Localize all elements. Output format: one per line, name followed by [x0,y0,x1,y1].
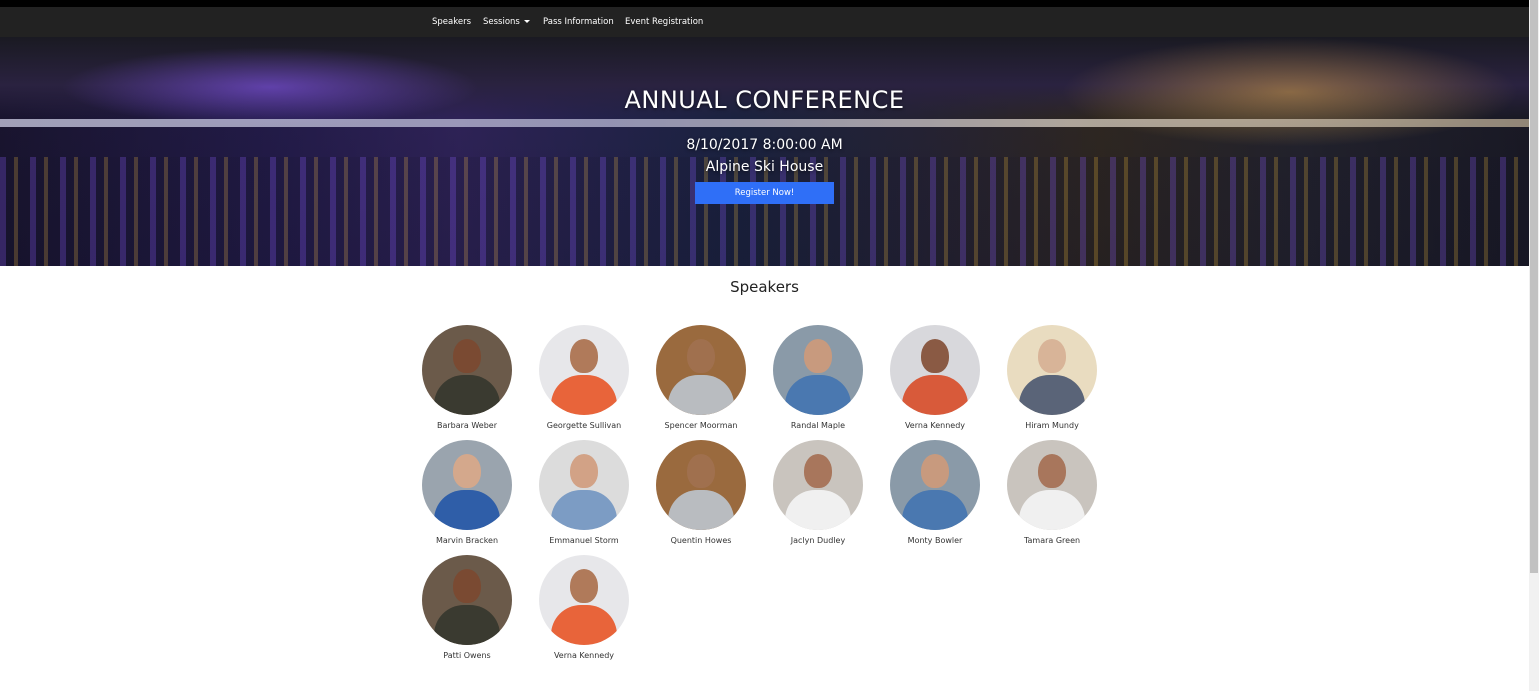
register-now-button[interactable]: Register Now! [695,182,834,204]
nav-speakers-link[interactable]: Speakers [432,7,471,37]
speaker-photo[interactable] [656,325,746,415]
speaker-photo[interactable] [890,440,980,530]
nav-sessions-dropdown[interactable]: Sessions [483,7,530,37]
speaker-photo[interactable] [890,325,980,415]
speaker-name[interactable]: Quentin Howes [646,536,756,545]
speaker-card: Spencer Moorman [646,325,756,430]
speaker-name[interactable]: Marvin Bracken [412,536,522,545]
speaker-name[interactable]: Randal Maple [763,421,873,430]
speaker-card: Verna Kennedy [529,555,639,660]
event-date: 8/10/2017 8:00:00 AM [686,137,843,153]
speaker-card: Patti Owens [412,555,522,660]
speaker-photo[interactable] [422,325,512,415]
speaker-photo[interactable] [539,555,629,645]
speaker-card: Tamara Green [997,440,1107,545]
caret-down-icon [523,20,530,23]
nav-pass-information-link[interactable]: Pass Information [543,7,614,37]
top-strip [0,0,1529,7]
nav-event-registration-link[interactable]: Event Registration [625,7,703,37]
speaker-name[interactable]: Patti Owens [412,651,522,660]
speaker-card: Verna Kennedy [880,325,990,430]
speaker-card: Monty Bowler [880,440,990,545]
speaker-name[interactable]: Jaclyn Dudley [763,536,873,545]
speaker-card: Hiram Mundy [997,325,1107,430]
speaker-name[interactable]: Monty Bowler [880,536,990,545]
nav-sessions-label: Sessions [483,17,520,27]
speaker-name[interactable]: Tamara Green [997,536,1107,545]
speaker-card: Barbara Weber [412,325,522,430]
speaker-name[interactable]: Georgette Sullivan [529,421,639,430]
speaker-name[interactable]: Barbara Weber [412,421,522,430]
speaker-name[interactable]: Spencer Moorman [646,421,756,430]
speaker-card: Randal Maple [763,325,873,430]
speaker-photo[interactable] [539,440,629,530]
speaker-card: Marvin Bracken [412,440,522,545]
hero-title: ANNUAL CONFERENCE [624,86,905,114]
speaker-card: Emmanuel Storm [529,440,639,545]
speaker-card: Georgette Sullivan [529,325,639,430]
speaker-photo[interactable] [422,555,512,645]
hero-railing [0,119,1529,127]
speaker-name[interactable]: Emmanuel Storm [529,536,639,545]
speaker-photo[interactable] [656,440,746,530]
speaker-photo[interactable] [773,440,863,530]
speaker-card: Jaclyn Dudley [763,440,873,545]
scrollbar-thumb[interactable] [1530,0,1538,573]
speaker-photo[interactable] [422,440,512,530]
speaker-name[interactable]: Hiram Mundy [997,421,1107,430]
event-venue: Alpine Ski House [705,159,824,175]
speaker-photo[interactable] [1007,325,1097,415]
navbar: Speakers Sessions Pass Information Event… [0,7,1529,37]
speaker-photo[interactable] [1007,440,1097,530]
speakers-section-title: Speakers [730,278,799,296]
speaker-photo[interactable] [773,325,863,415]
speaker-card: Quentin Howes [646,440,756,545]
speaker-name[interactable]: Verna Kennedy [529,651,639,660]
speaker-name[interactable]: Verna Kennedy [880,421,990,430]
speaker-photo[interactable] [539,325,629,415]
